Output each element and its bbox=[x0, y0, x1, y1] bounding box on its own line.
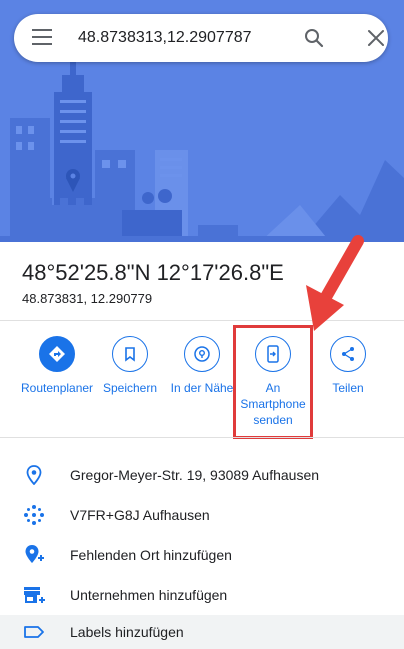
search-bar: 48.8738313,12.2907787 bbox=[14, 14, 388, 62]
menu-icon[interactable] bbox=[32, 29, 52, 47]
divider bbox=[0, 437, 404, 438]
location-pin-icon bbox=[21, 462, 47, 488]
plus-code-icon bbox=[21, 502, 47, 528]
plus-code-row[interactable]: V7FR+G8J Aufhausen bbox=[0, 495, 404, 535]
add-label-text: Labels hinzufügen bbox=[70, 624, 184, 640]
add-label-row[interactable]: Labels hinzufügen bbox=[0, 615, 404, 649]
address-row[interactable]: Gregor-Meyer-Str. 19, 93089 Aufhausen bbox=[0, 455, 404, 495]
directions-label: Routenplaner bbox=[21, 381, 94, 395]
arrow-annotation bbox=[306, 235, 364, 331]
bookmark-icon bbox=[112, 336, 148, 372]
save-label: Speichern bbox=[102, 381, 158, 395]
close-icon[interactable] bbox=[364, 26, 388, 50]
nearby-button[interactable]: In der Nähe bbox=[167, 336, 237, 396]
share-icon bbox=[330, 336, 366, 372]
directions-button[interactable]: Routenplaner bbox=[21, 336, 94, 396]
add-business-row[interactable]: Unternehmen hinzufügen bbox=[0, 575, 404, 615]
add-place-icon bbox=[21, 542, 47, 568]
search-icon[interactable] bbox=[302, 26, 326, 50]
directions-icon bbox=[39, 336, 75, 372]
share-button[interactable]: Teilen bbox=[313, 336, 383, 396]
search-input[interactable]: 48.8738313,12.2907787 bbox=[78, 29, 252, 47]
add-business-text: Unternehmen hinzufügen bbox=[70, 587, 228, 603]
save-button[interactable]: Speichern bbox=[95, 336, 165, 396]
add-missing-place-text: Fehlenden Ort hinzufügen bbox=[70, 547, 232, 563]
label-icon bbox=[21, 619, 47, 645]
add-missing-place-row[interactable]: Fehlenden Ort hinzufügen bbox=[0, 535, 404, 575]
nearby-icon bbox=[184, 336, 220, 372]
place-coordinates: 48.873831, 12.290779 bbox=[22, 291, 153, 306]
nearby-label: In der Nähe bbox=[170, 381, 234, 395]
address-text: Gregor-Meyer-Str. 19, 93089 Aufhausen bbox=[70, 467, 320, 483]
share-label: Teilen bbox=[332, 381, 364, 395]
highlight-box bbox=[233, 325, 313, 439]
place-title: 48°52'25.8"N 12°17'26.8"E bbox=[22, 260, 284, 285]
add-business-icon bbox=[21, 582, 47, 608]
plus-code-text: V7FR+G8J Aufhausen bbox=[70, 507, 210, 523]
